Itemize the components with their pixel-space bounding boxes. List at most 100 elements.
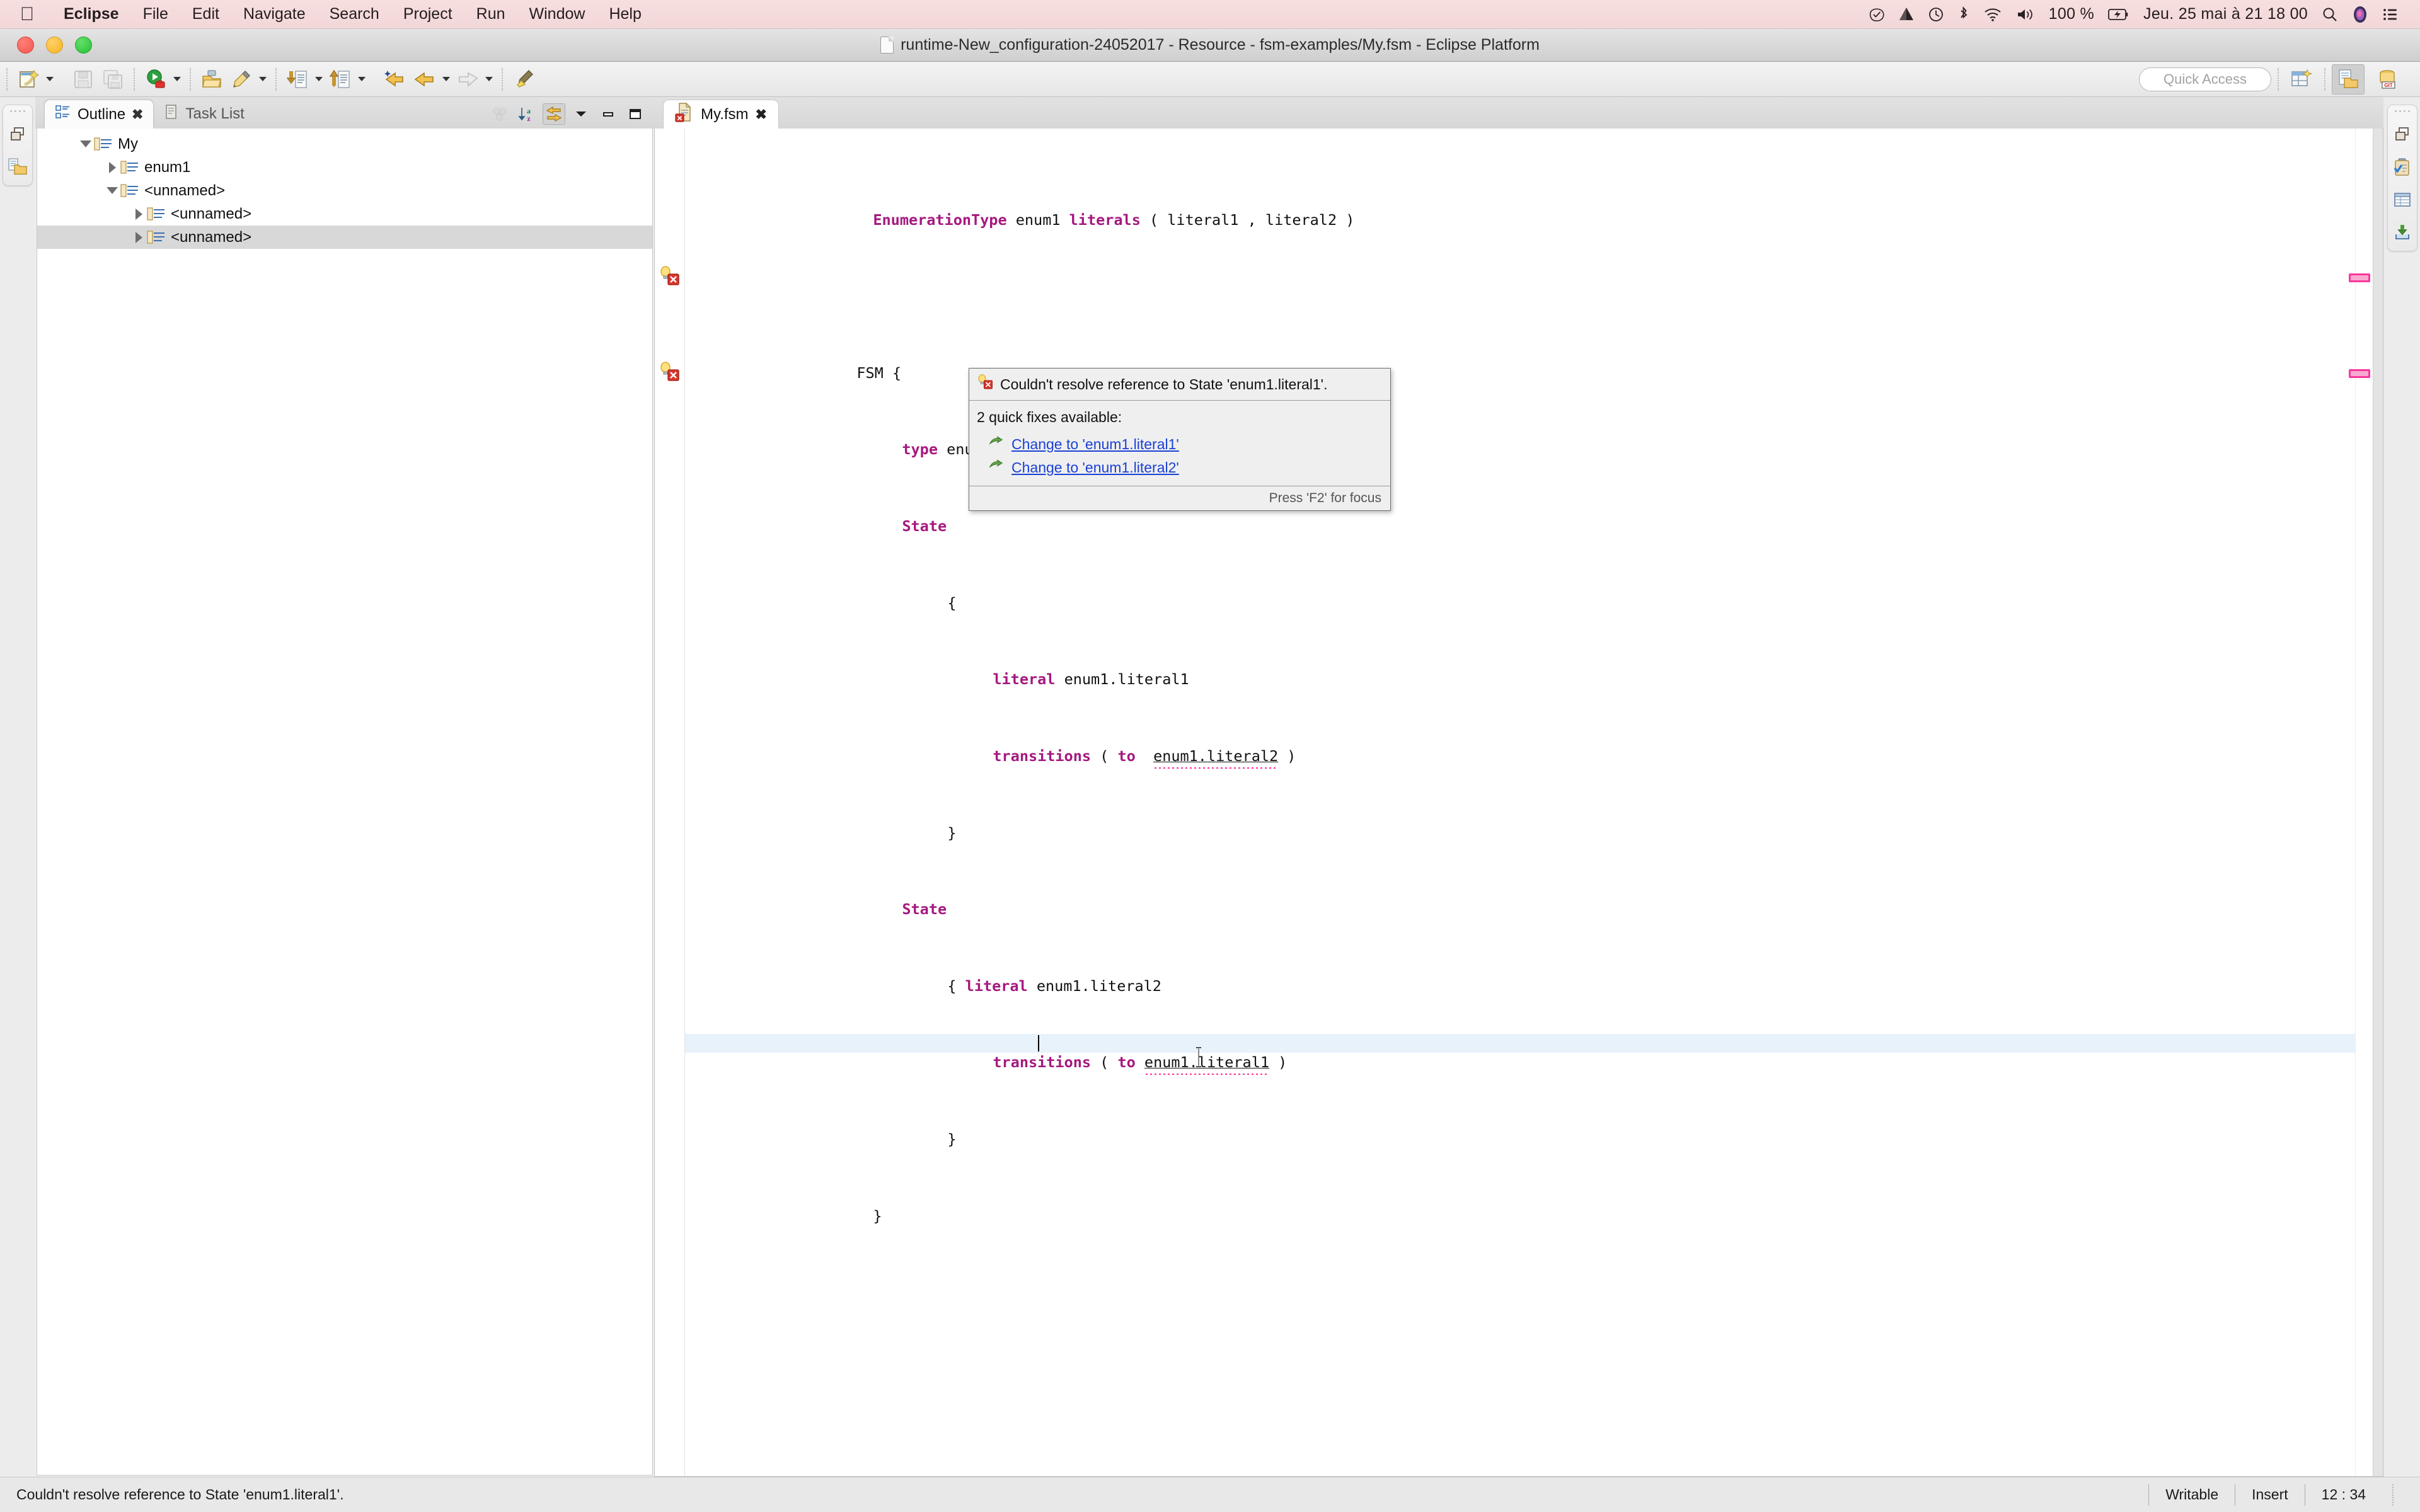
close-window-button[interactable]	[17, 37, 34, 54]
git-perspective-button[interactable]: GIT	[2371, 64, 2404, 94]
error-marker-quickfix-icon[interactable]	[659, 362, 680, 383]
chevron-down-icon[interactable]	[78, 140, 94, 147]
tree-item-unnamed-2[interactable]: <unnamed>	[37, 202, 652, 226]
quickfix-subtitle: 2 quick fixes available:	[977, 409, 1122, 425]
error-marker-quickfix-icon[interactable]	[659, 266, 680, 287]
quickfix-title: Couldn't resolve reference to State 'enu…	[1000, 375, 1328, 392]
tab-task-list[interactable]: Task List	[154, 100, 254, 129]
code-token-error-reference[interactable]: enum1.literal2	[1153, 747, 1278, 765]
tab-my-fsm[interactable]: My.fsm ✖	[663, 100, 779, 129]
chevron-right-icon[interactable]	[104, 162, 120, 173]
minimize-icon[interactable]	[597, 103, 619, 125]
import-dropdown[interactable]	[313, 66, 325, 93]
new-wizard-button[interactable]	[14, 66, 42, 93]
menu-file[interactable]: File	[131, 5, 180, 23]
outline-tree[interactable]: My enum1 <unnamed> <unnamed> <unnamed>	[37, 129, 653, 1475]
save-button[interactable]	[69, 66, 97, 93]
menu-eclipse[interactable]: Eclipse	[52, 5, 131, 23]
console-view-icon[interactable]	[2390, 220, 2414, 244]
volume-icon[interactable]	[2016, 7, 2035, 22]
menu-navigate[interactable]: Navigate	[231, 5, 318, 23]
control-center-icon[interactable]	[2382, 7, 2399, 22]
maximize-window-button[interactable]	[75, 37, 92, 54]
tree-item-label: <unnamed>	[171, 228, 252, 246]
source-code[interactable]: EnumerationType enum1 literals ( literal…	[685, 129, 2355, 1476]
quickfix-link-label[interactable]: Change to 'enum1.literal1'	[1011, 436, 1179, 453]
save-all-button[interactable]	[99, 66, 127, 93]
quickfix-link-label[interactable]: Change to 'enum1.literal2'	[1011, 459, 1179, 476]
clock[interactable]: Jeu. 25 mai à 21 18 00	[2143, 5, 2308, 23]
maximize-icon[interactable]	[624, 103, 647, 125]
task-list-icon[interactable]	[2390, 155, 2414, 179]
highlighter-button[interactable]	[510, 66, 538, 93]
open-folder-button[interactable]	[198, 66, 226, 93]
tree-item-my[interactable]: My	[37, 132, 652, 156]
edit-dropdown[interactable]	[257, 66, 268, 93]
overview-error-marker[interactable]	[2349, 369, 2370, 378]
quickfix-popup[interactable]: Couldn't resolve reference to State 'enu…	[969, 368, 1391, 511]
wifi-icon[interactable]	[1983, 7, 2002, 22]
forward-dropdown[interactable]	[483, 66, 495, 93]
status-bar-resize-grip[interactable]	[2392, 1484, 2409, 1506]
chevron-right-icon[interactable]	[130, 232, 147, 243]
overview-error-marker[interactable]	[2349, 273, 2370, 282]
chevron-down-icon[interactable]	[104, 187, 120, 194]
code-editor[interactable]: EnumerationType enum1 literals ( literal…	[685, 129, 2355, 1476]
trim-drag-handle[interactable]	[10, 110, 25, 112]
drive-icon[interactable]	[1899, 6, 1914, 23]
quick-access-input[interactable]: Quick Access	[2139, 67, 2271, 91]
properties-view-icon[interactable]	[2390, 188, 2414, 212]
menu-help[interactable]: Help	[597, 5, 653, 23]
resource-perspective-button[interactable]	[2332, 64, 2365, 94]
view-menu-icon[interactable]	[570, 103, 592, 125]
new-perspective-button[interactable]	[2285, 64, 2318, 94]
menu-edit[interactable]: Edit	[180, 5, 231, 23]
collapse-all-icon[interactable]	[488, 103, 511, 125]
quickfix-item-2[interactable]: Change to 'enum1.literal2'	[977, 456, 1383, 479]
tab-outline[interactable]: Outline ✖	[44, 100, 154, 129]
quickfix-item-1[interactable]: Change to 'enum1.literal1'	[977, 433, 1383, 456]
run-dropdown[interactable]	[171, 66, 183, 93]
menu-window[interactable]: Window	[517, 5, 597, 23]
checkbox-icon[interactable]	[1869, 6, 1885, 23]
new-wizard-dropdown[interactable]	[44, 66, 55, 93]
close-icon[interactable]: ✖	[756, 106, 767, 123]
toolbar-group-transfer	[277, 66, 374, 93]
project-explorer-icon[interactable]	[6, 155, 30, 179]
eclipse-window: runtime-New_configuration-24052017 - Res…	[0, 29, 2420, 1512]
quickfix-arrow-icon	[988, 459, 1003, 476]
import-button[interactable]	[284, 66, 311, 93]
pencil-edit-button[interactable]	[228, 66, 255, 93]
close-icon[interactable]: ✖	[132, 106, 143, 123]
back-dropdown[interactable]	[441, 66, 452, 93]
tree-item-unnamed-1[interactable]: <unnamed>	[37, 179, 652, 202]
minimize-window-button[interactable]	[46, 37, 63, 54]
timemachine-icon[interactable]	[1928, 6, 1944, 23]
restore-view-icon[interactable]	[6, 122, 30, 146]
siri-icon[interactable]	[2352, 6, 2368, 23]
toolbar-right-area: Quick Access GIT	[2139, 64, 2414, 94]
export-dropdown[interactable]	[356, 66, 367, 93]
editor-overview-ruler[interactable]	[2349, 129, 2383, 1476]
back-button[interactable]	[411, 66, 439, 93]
spotlight-search-icon[interactable]	[2322, 6, 2338, 23]
chevron-right-icon[interactable]	[130, 209, 147, 220]
editor-scrollbar[interactable]	[2373, 129, 2383, 1476]
battery-charging-icon[interactable]	[2108, 8, 2129, 21]
tree-item-enum1[interactable]: enum1	[37, 156, 652, 179]
link-with-editor-icon[interactable]	[543, 103, 565, 125]
editor-vertical-ruler[interactable]	[655, 129, 685, 1476]
trim-drag-handle[interactable]	[2395, 110, 2410, 112]
run-button[interactable]	[142, 66, 170, 93]
sort-az-icon[interactable]: az	[516, 103, 538, 125]
export-button[interactable]	[326, 66, 354, 93]
menu-search[interactable]: Search	[318, 5, 391, 23]
restore-view-icon[interactable]	[2390, 122, 2414, 146]
back-annotation-button[interactable]	[381, 66, 409, 93]
tree-item-unnamed-3[interactable]: <unnamed>	[37, 226, 652, 249]
bluetooth-icon[interactable]	[1958, 6, 1969, 23]
apple-logo-icon[interactable]: 	[16, 5, 38, 24]
menu-run[interactable]: Run	[464, 5, 517, 23]
menu-project[interactable]: Project	[391, 5, 464, 23]
forward-button[interactable]	[454, 66, 481, 93]
